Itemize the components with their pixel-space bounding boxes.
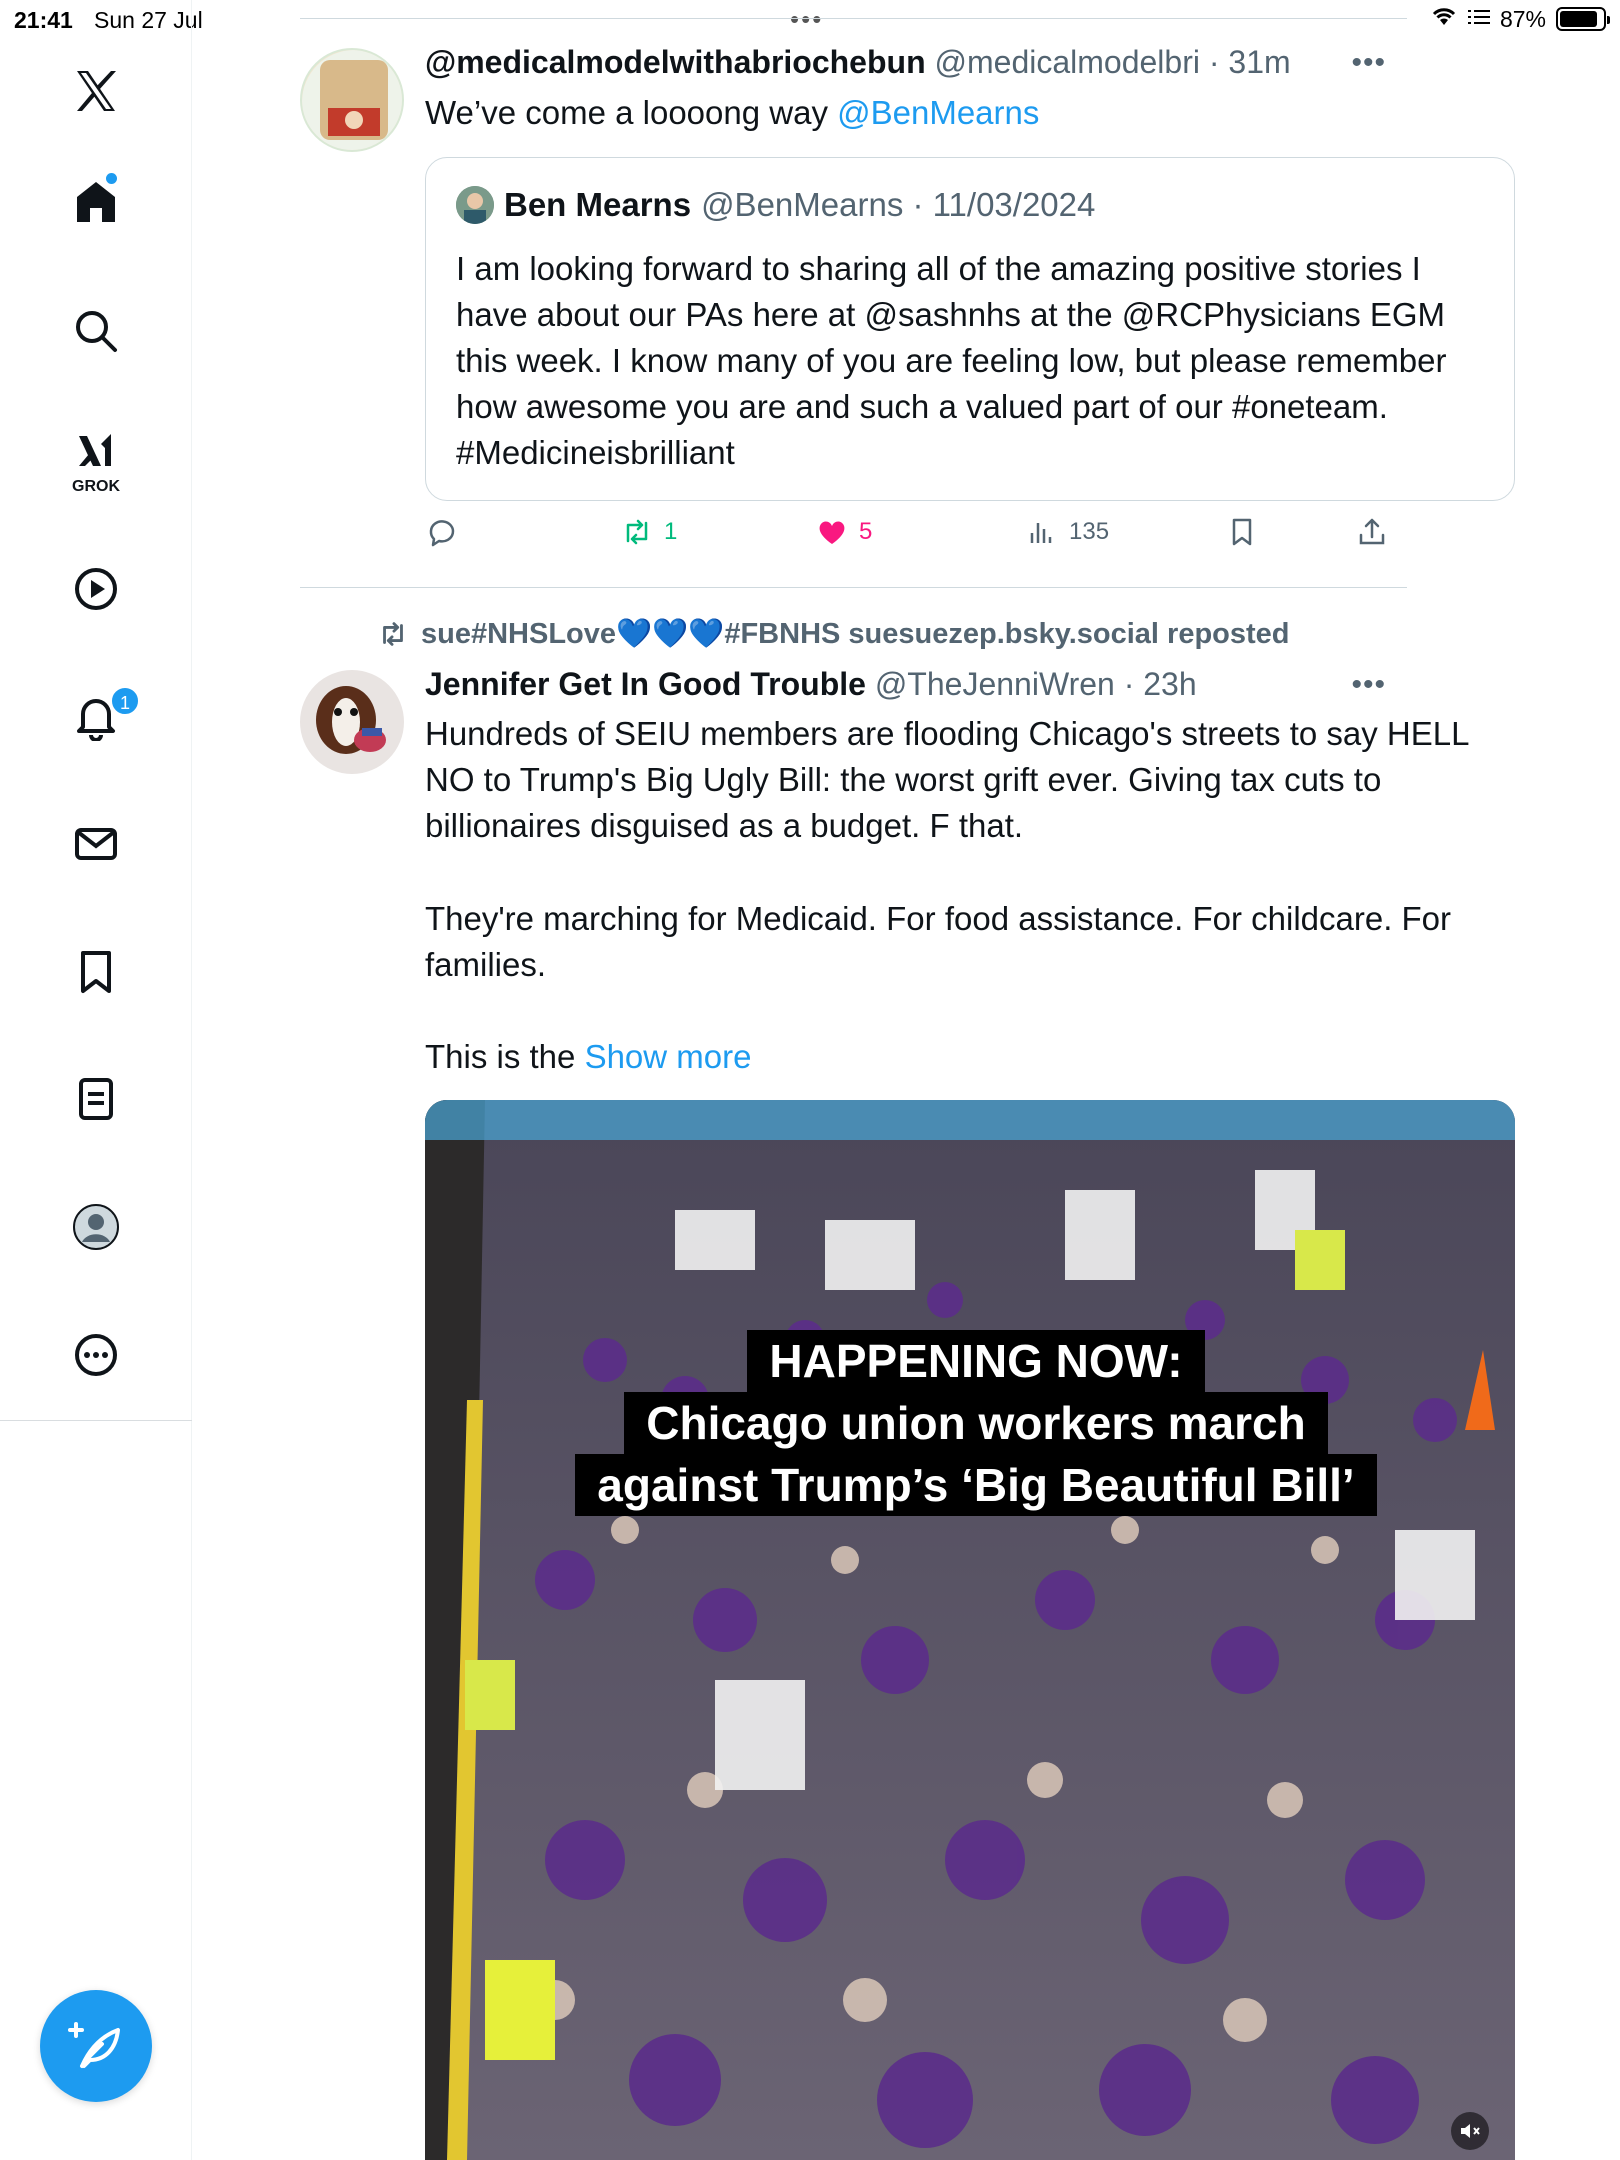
notification-badge: 1 [110, 686, 140, 716]
heart-icon [819, 521, 845, 544]
like-count: 5 [859, 518, 873, 545]
quote-author-handle-time: @BenMearns · 11/03/2024 [701, 186, 1096, 223]
author-handle-time[interactable]: @TheJenniWren · 23h [875, 666, 1197, 702]
mention-link[interactable]: @BenMearns [837, 94, 1039, 131]
messages-icon[interactable] [55, 803, 137, 885]
tweet-paragraph-1: Hundreds of SEIU members are flooding Ch… [425, 715, 1469, 844]
quote-text: I am looking forward to sharing all of t… [456, 250, 1447, 471]
like-button[interactable]: 5 [815, 515, 872, 549]
tweet-more-icon[interactable]: ••• [1351, 668, 1386, 702]
views-count: 135 [1069, 518, 1110, 545]
repost-small-icon [383, 622, 403, 646]
author-name[interactable]: @medicalmodelwithabriochebun [425, 44, 926, 80]
lists-icon[interactable] [55, 1058, 137, 1140]
reply-icon [429, 520, 455, 547]
timeline: @medicalmodelwithabriochebun @medicalmod… [192, 0, 1620, 2160]
reposted-by-text: sue#NHSLove💙💙💙#FBNHS suesuezep.bsky.soci… [421, 618, 1290, 650]
reply-button[interactable] [425, 515, 459, 549]
author-name[interactable]: Jennifer Get In Good Trouble [425, 666, 866, 702]
tweet-actions: 1 5 135 [425, 515, 1515, 565]
quote-header: Ben Mearns @BenMearns · 11/03/2024 [456, 186, 1095, 224]
repost-count: 1 [664, 518, 678, 545]
search-icon[interactable] [55, 290, 137, 372]
sidebar: GROK 1 [0, 0, 192, 2160]
tweet-paragraph-3: This is the Show more [425, 1034, 1515, 1080]
tweet-paragraph-3-text: This is the [425, 1038, 585, 1075]
more-options-icon[interactable] [55, 1314, 137, 1396]
tweet-paragraph-2: They're marching for Medicaid. For food … [425, 900, 1452, 983]
tweet-text-body: We’ve come a loooong way [425, 94, 838, 131]
quoted-tweet[interactable]: Ben Mearns @BenMearns · 11/03/2024 I am … [425, 157, 1515, 501]
tweet-text: We’ve come a loooong way @BenMearns [425, 90, 1515, 136]
views-button[interactable]: 135 [1025, 515, 1109, 549]
home-icon[interactable] [55, 161, 137, 243]
video-caption: HAPPENING NOW: Chicago union workers mar… [520, 1330, 1432, 1516]
tweet-avatar[interactable] [300, 48, 404, 152]
views-chart-icon [1030, 523, 1052, 543]
compose-post-button[interactable] [40, 1990, 152, 2102]
quote-author-name: Ben Mearns [504, 186, 692, 223]
quote-avatar [456, 186, 494, 224]
bookmark-button[interactable] [1225, 515, 1259, 549]
march-video-frame [425, 1100, 1515, 2160]
tweet-avatar[interactable] [300, 670, 404, 774]
tweet-video[interactable]: HAPPENING NOW: Chicago union workers mar… [425, 1100, 1515, 2160]
tweet-more-icon[interactable]: ••• [1351, 46, 1386, 80]
repost-button[interactable]: 1 [620, 515, 677, 549]
bookmarks-icon[interactable] [55, 931, 137, 1013]
feather-icon [68, 2022, 120, 2068]
grok-label: GROK [72, 478, 120, 495]
reposted-by-line[interactable]: sue#NHSLove💙💙💙#FBNHS suesuezep.bsky.soci… [377, 617, 1290, 651]
top-divider [300, 18, 1407, 19]
share-button[interactable] [1355, 515, 1389, 549]
tweet-header: @medicalmodelwithabriochebun @medicalmod… [425, 44, 1291, 81]
sidebar-divider [0, 1420, 192, 1421]
tweet-header: Jennifer Get In Good Trouble @TheJenniWr… [425, 666, 1197, 703]
author-handle-time[interactable]: @medicalmodelbri · 31m [935, 44, 1291, 80]
x-logo-icon[interactable] [55, 50, 137, 132]
share-icon [1359, 518, 1385, 545]
bookmark-icon [1232, 518, 1252, 546]
show-more-link[interactable]: Show more [585, 1038, 752, 1075]
profile-avatar-icon[interactable] [55, 1186, 137, 1268]
caption-line-2: Chicago union workers march [624, 1392, 1328, 1454]
caption-line-3: against Trump’s ‘Big Beautiful Bill’ [575, 1454, 1377, 1516]
tweet-divider [300, 587, 1407, 588]
video-icon[interactable] [55, 548, 137, 630]
caption-line-1: HAPPENING NOW: [747, 1330, 1205, 1392]
mute-icon[interactable] [1451, 2112, 1489, 2150]
home-unread-dot [106, 173, 117, 184]
repost-icon [626, 519, 648, 545]
